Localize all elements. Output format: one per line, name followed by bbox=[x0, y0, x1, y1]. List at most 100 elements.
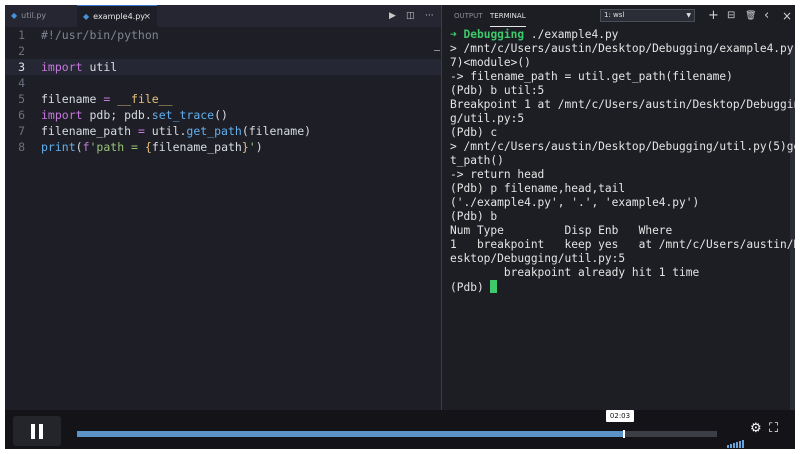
line-number: 2 bbox=[18, 44, 25, 58]
tab-label: example4.py bbox=[93, 12, 146, 21]
code-token: = bbox=[96, 92, 118, 106]
line-number: 4 bbox=[18, 76, 25, 90]
pause-button[interactable] bbox=[13, 416, 61, 446]
terminal-line: 1 breakpoint keep yes at /mnt/c/Users/au… bbox=[450, 238, 795, 251]
terminal-output[interactable]: ➜ Debugging ./example4.py > /mnt/c/Users… bbox=[450, 28, 795, 294]
code-line[interactable]: 4 bbox=[5, 75, 441, 91]
scroll-marker bbox=[434, 50, 440, 51]
shell-select-value: 1: wsl bbox=[604, 11, 625, 19]
code-line[interactable]: 7 filename_path = util.get_path(filename) bbox=[5, 123, 441, 139]
code-token: pdb; pdb. bbox=[82, 108, 152, 122]
terminal-line: Breakpoint 1 at /mnt/c/Users/austin/Desk… bbox=[450, 98, 795, 111]
line-number: 5 bbox=[18, 92, 25, 106]
code-token: ' bbox=[248, 140, 256, 154]
code-token: print bbox=[41, 140, 76, 154]
code-token: ) bbox=[255, 140, 263, 154]
code-token: } bbox=[241, 140, 249, 154]
terminal-line: 7)<module>() bbox=[450, 56, 531, 69]
line-number: 3 bbox=[18, 60, 25, 74]
terminal-line: (Pdb) p filename,head,tail bbox=[450, 182, 626, 195]
terminal-line: Num Type Disp Enb Where bbox=[450, 224, 673, 237]
progress-handle[interactable] bbox=[623, 430, 625, 438]
code-line[interactable]: 8 print(f'path = {filename_path}') bbox=[5, 139, 441, 155]
chevron-left-icon[interactable]: ‹ bbox=[764, 5, 769, 27]
progress-fill bbox=[77, 431, 624, 437]
tab-terminal[interactable]: TERMINAL bbox=[490, 5, 526, 27]
code-token: () bbox=[214, 108, 228, 122]
code-line[interactable]: 6 import pdb; pdb.set_trace() bbox=[5, 107, 441, 123]
pause-icon bbox=[31, 424, 35, 439]
close-panel-icon[interactable]: × bbox=[782, 5, 792, 27]
terminal-cursor bbox=[490, 280, 498, 293]
terminal-header-line: ➜ Debugging ./example4.py bbox=[450, 28, 790, 42]
code-line[interactable]: 3 import util bbox=[5, 59, 441, 75]
trash-icon[interactable]: 🗑 bbox=[745, 5, 756, 27]
split-terminal-icon[interactable]: ⊟ bbox=[727, 5, 735, 27]
code-line[interactable]: 1 #!/usr/bin/python bbox=[5, 27, 441, 43]
terminal-line: -> return head bbox=[450, 168, 545, 181]
python-file-icon: ◆ bbox=[83, 12, 90, 21]
code-token: { bbox=[144, 140, 152, 154]
code-line[interactable]: 2 bbox=[5, 43, 441, 59]
tab-example4-py[interactable]: ◆ example4.py × bbox=[77, 5, 157, 27]
volume-icon[interactable] bbox=[727, 429, 745, 448]
terminal-line: > /mnt/c/Users/austin/Desktop/Debugging/… bbox=[450, 42, 795, 55]
code-editor: ◆ util.py ◆ example4.py × ▶ ◫ ··· 1 #!/usr/… bbox=[5, 5, 441, 449]
pause-icon-bar bbox=[39, 424, 43, 439]
terminal-line: esktop/Debugging/util.py:5 bbox=[450, 252, 626, 265]
terminal-line: (Pdb) b util:5 bbox=[450, 84, 545, 97]
code-token: util. bbox=[151, 124, 187, 138]
code-token: util bbox=[82, 60, 118, 74]
code-area[interactable]: 1 #!/usr/bin/python 2 3 import util 4 5 filenam… bbox=[5, 27, 441, 155]
terminal-line: > /mnt/c/Users/austin/Desktop/Debugging/… bbox=[450, 140, 795, 153]
terminal-line: -> filename_path = util.get_path(filenam… bbox=[450, 70, 733, 83]
line-number: 8 bbox=[18, 140, 25, 154]
code-token: get_path bbox=[186, 124, 242, 138]
code-line[interactable]: 5 filename = __file__ bbox=[5, 91, 441, 107]
code-token: #!/usr/bin/python bbox=[41, 28, 159, 42]
run-icon[interactable]: ▶ bbox=[389, 5, 396, 27]
tab-label: util.py bbox=[21, 11, 47, 20]
video-frame: ◆ util.py ◆ example4.py × ▶ ◫ ··· 1 #!/usr/… bbox=[5, 5, 795, 449]
add-terminal-icon[interactable]: + bbox=[708, 5, 719, 27]
code-token: filename bbox=[41, 92, 97, 106]
split-editor-icon[interactable]: ◫ bbox=[406, 5, 415, 27]
settings-icon[interactable]: ⚙ bbox=[750, 421, 762, 436]
terminal-line: (Pdb) c bbox=[450, 126, 498, 139]
terminal-line: ('./example4.py', '.', 'example4.py') bbox=[450, 196, 700, 209]
code-token: ( bbox=[75, 140, 83, 154]
line-number: 6 bbox=[18, 108, 25, 122]
fullscreen-icon[interactable]: ⛶ bbox=[769, 421, 778, 436]
code-token: filename_path bbox=[151, 140, 242, 154]
time-tooltip: 02:03 bbox=[606, 410, 634, 422]
editor-tab-bar: ◆ util.py ◆ example4.py × ▶ ◫ ··· bbox=[5, 5, 441, 27]
more-actions-icon[interactable]: ··· bbox=[425, 5, 434, 27]
terminal-line: breakpoint already hit 1 time bbox=[450, 266, 700, 279]
pdb-prompt: (Pdb) bbox=[450, 281, 491, 294]
terminal-line: t_path() bbox=[450, 154, 504, 167]
code-token: (filename) bbox=[241, 124, 312, 138]
line-number: 7 bbox=[18, 124, 25, 138]
terminal-line: g/util.py:5 bbox=[450, 112, 525, 125]
prompt-arrow-icon: ➜ bbox=[450, 28, 457, 41]
progress-track[interactable] bbox=[77, 430, 717, 438]
code-token: filename_path bbox=[41, 124, 132, 138]
cwd-label: Debugging bbox=[463, 28, 525, 41]
line-number: 1 bbox=[18, 28, 25, 42]
video-player-controls: 02:03 ⚙ ⛶ bbox=[5, 410, 795, 449]
tab-output[interactable]: OUTPUT bbox=[454, 5, 483, 27]
shell-select[interactable]: 1: wsl ▼ bbox=[600, 9, 695, 22]
command-text: ./example4.py bbox=[524, 28, 619, 41]
terminal-panel: OUTPUT TERMINAL 1: wsl ▼ + ⊟ 🗑 ‹ × ➜ Deb… bbox=[434, 5, 795, 449]
tab-util-py[interactable]: ◆ util.py bbox=[5, 5, 77, 27]
terminal-line: (Pdb) b bbox=[450, 210, 498, 223]
close-tab-icon[interactable]: × bbox=[143, 6, 151, 28]
chevron-down-icon: ▼ bbox=[686, 12, 691, 19]
code-token: f bbox=[82, 140, 90, 154]
code-token: = bbox=[131, 124, 152, 138]
terminal-tab-bar: OUTPUT TERMINAL 1: wsl ▼ + ⊟ 🗑 ‹ × bbox=[442, 5, 795, 27]
code-token: __file__ bbox=[117, 92, 173, 106]
terminal-prompt-line: (Pdb) bbox=[450, 280, 790, 294]
code-token: 'path = bbox=[89, 140, 145, 154]
code-token: import bbox=[41, 108, 83, 122]
